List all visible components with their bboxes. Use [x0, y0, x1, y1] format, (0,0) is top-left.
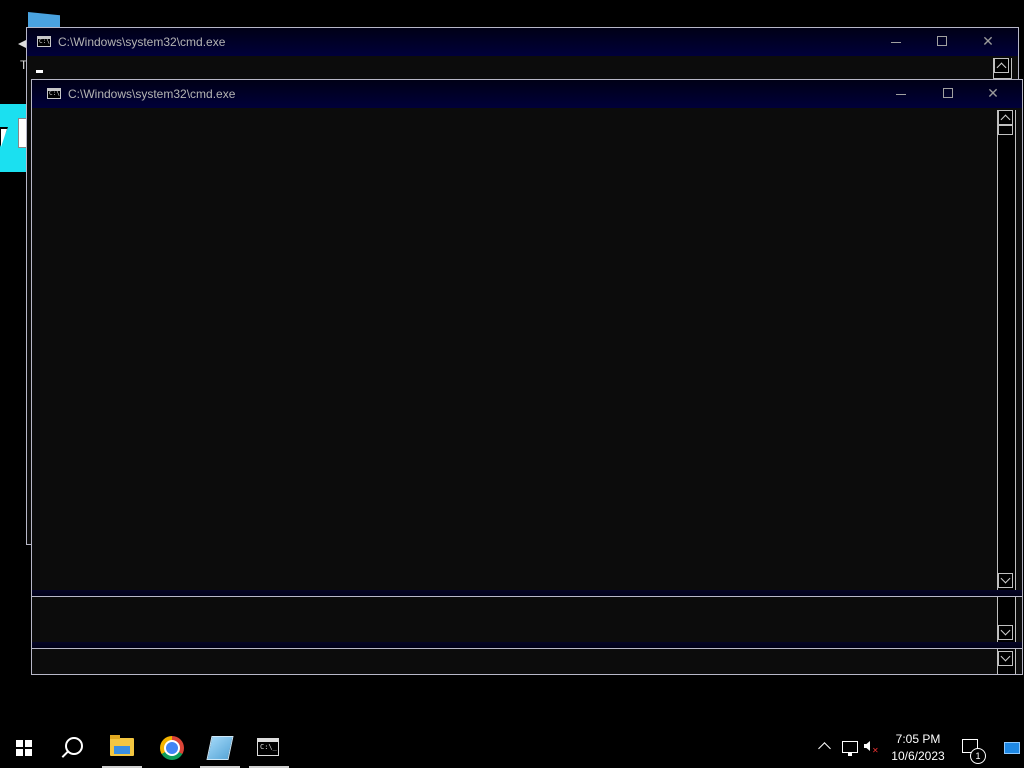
minimize-button[interactable]: [873, 28, 919, 56]
start-button[interactable]: [0, 728, 48, 768]
minimize-button[interactable]: [878, 80, 924, 108]
close-button[interactable]: ✕: [970, 80, 1016, 108]
taskbar-cmd[interactable]: C:\_: [245, 728, 293, 768]
mute-x-icon: ✕: [872, 746, 879, 755]
desktop-icon[interactable]: [28, 12, 60, 28]
maximize-button[interactable]: [919, 28, 965, 56]
window-title: C:\Windows\system32\cmd.exe: [58, 35, 226, 49]
text-cursor: [36, 70, 43, 73]
folder-icon: [110, 735, 134, 756]
cmd-icon: C:\: [37, 36, 51, 47]
taskbar-notepad[interactable]: [196, 728, 244, 768]
scroll-up-button[interactable]: [994, 58, 1009, 73]
scrollbar[interactable]: [993, 58, 1012, 79]
chrome-icon: [160, 736, 184, 760]
divider: [32, 596, 1022, 597]
scroll-up-button[interactable]: [998, 110, 1013, 125]
window-title: C:\Windows\system32\cmd.exe: [68, 87, 236, 101]
search-icon: [65, 737, 83, 755]
scroll-down-button[interactable]: [998, 625, 1013, 640]
taskbar-chrome[interactable]: [148, 728, 196, 768]
taskbar: C:\_ ✕ 7:05 PM 10/6/2023 1: [0, 728, 1024, 768]
scrollbar[interactable]: [997, 649, 1016, 674]
scroll-down-button[interactable]: [998, 651, 1013, 666]
network-icon[interactable]: [842, 741, 858, 756]
scroll-thumb[interactable]: [998, 125, 1013, 135]
clock-time: 7:05 PM: [895, 732, 941, 746]
divider: [32, 648, 1022, 649]
notification-badge: 1: [970, 748, 986, 764]
arrow-left-icon: [18, 40, 26, 48]
taskbar-file-explorer[interactable]: [98, 728, 146, 768]
cmd-icon: C:\_: [257, 738, 279, 756]
cmd-window-front[interactable]: C:\ C:\Windows\system32\cmd.exe ✕: [31, 79, 1023, 675]
show-desktop-button[interactable]: [1004, 742, 1020, 754]
cmd-icon: C:\: [47, 88, 61, 99]
search-button[interactable]: [48, 728, 96, 768]
close-button[interactable]: ✕: [965, 28, 1011, 56]
console-area[interactable]: [32, 108, 998, 588]
scroll-down-button[interactable]: [998, 573, 1013, 588]
scrollbar[interactable]: [997, 597, 1016, 642]
volume-muted-icon[interactable]: [864, 741, 870, 751]
chevron-up-icon[interactable]: [818, 742, 831, 755]
maximize-button[interactable]: [925, 80, 971, 108]
taskbar-clock[interactable]: 7:05 PM 10/6/2023: [888, 731, 948, 765]
mouse-pointer-fill: [1, 129, 13, 147]
cmd-window-back-titlebar[interactable]: C:\ C:\Windows\system32\cmd.exe ✕: [27, 28, 1018, 56]
scrollbar[interactable]: [997, 110, 1016, 590]
windows-start-icon: [16, 740, 32, 756]
cmd-window-front-titlebar[interactable]: C:\ C:\Windows\system32\cmd.exe ✕: [32, 80, 1022, 108]
clock-date: 10/6/2023: [891, 749, 945, 763]
notepad-icon: [206, 736, 234, 760]
